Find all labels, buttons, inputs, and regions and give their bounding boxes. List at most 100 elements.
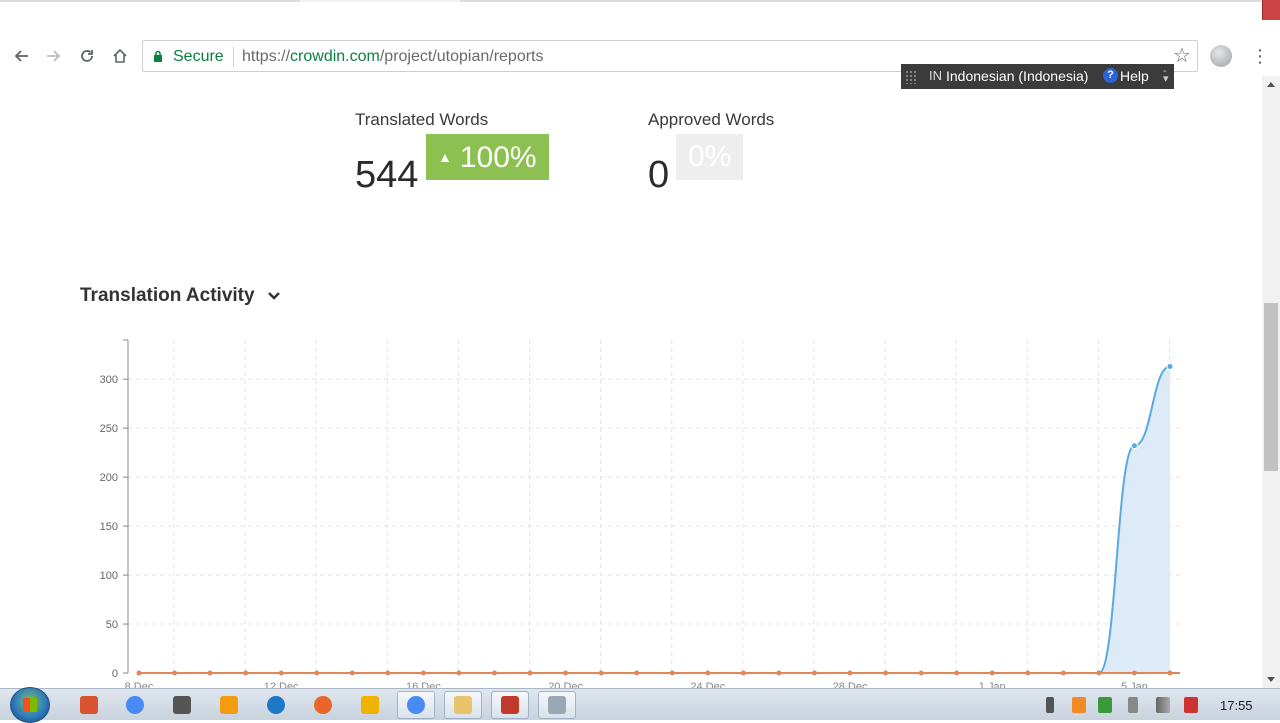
taskbar-app[interactable] (257, 691, 295, 719)
zero-series-point (847, 670, 853, 676)
avast-icon[interactable] (1072, 697, 1086, 713)
translation-activity-title[interactable]: Translation Activity (80, 285, 255, 307)
vertical-scrollbar[interactable] (1262, 76, 1280, 688)
y-tick-label: 100 (100, 570, 118, 582)
browser-tab[interactable] (300, 0, 460, 2)
ie-icon (267, 696, 285, 714)
langbar-grip-icon[interactable] (905, 70, 917, 84)
language-bar: IN Indonesian (Indonesia) ? Help - ▾ (901, 64, 1174, 89)
taskbar-app[interactable] (397, 691, 435, 719)
zero-series-point (492, 670, 498, 676)
approved-percent: 0% (688, 140, 732, 173)
reload-button[interactable] (74, 44, 100, 68)
x-tick-label: 12 Dec (264, 681, 299, 688)
zero-series-point (669, 670, 675, 676)
zero-series-point (776, 670, 782, 676)
taskbar-app[interactable] (538, 691, 576, 719)
url-path: /project/utopian/reports (379, 48, 544, 65)
zero-series-point (1131, 670, 1137, 676)
help-icon[interactable]: ? (1103, 68, 1118, 83)
page-content: Translated Words 544 ▲ 100% Approved Word… (0, 76, 1262, 688)
scroll-up-icon[interactable] (1267, 82, 1275, 87)
taskbar-app[interactable] (70, 691, 108, 719)
bookmark-star-icon[interactable]: ☆ (1171, 45, 1193, 67)
zero-series-point (527, 670, 533, 676)
scrollbar-thumb[interactable] (1264, 303, 1278, 471)
taskbar-app[interactable] (163, 691, 201, 719)
language-code[interactable]: IN (929, 68, 942, 83)
zero-series-point (598, 670, 604, 676)
windows-taskbar: 17:55 (0, 687, 1280, 723)
up-triangle-icon: ▲ (438, 149, 452, 165)
zero-series-point (883, 670, 889, 676)
taskbar-app[interactable] (491, 691, 529, 719)
forward-button[interactable] (41, 44, 67, 68)
network-tray-icon[interactable] (1098, 697, 1112, 713)
secure-label: Secure (173, 48, 224, 65)
notification-icon[interactable] (1184, 697, 1198, 713)
zero-series-point (811, 670, 817, 676)
y-tick-label: 0 (112, 668, 118, 680)
x-tick-label: 8 Dec (125, 681, 154, 688)
opera-icon (80, 696, 98, 714)
settings-icon (361, 696, 379, 714)
signal-icon[interactable] (1156, 697, 1170, 713)
taskbar-app[interactable] (444, 691, 482, 719)
reload-icon (81, 50, 93, 62)
zero-series-point (278, 670, 284, 676)
start-button[interactable] (10, 687, 50, 723)
translation-activity-chart: 0 50 100 150 200 250 300 8 Dec 12 Dec 16 Dec 20 De… (100, 339, 1180, 688)
x-tick-label: 20 Dec (548, 681, 583, 688)
language-name[interactable]: Indonesian (Indonesia) (946, 68, 1088, 84)
battery-icon[interactable] (1046, 697, 1054, 713)
approved-words-label: Approved Words (648, 110, 775, 129)
zero-series-point (385, 670, 391, 676)
taskbar-app[interactable] (304, 691, 342, 719)
back-button[interactable] (8, 44, 34, 68)
forward-arrow-icon (47, 50, 61, 62)
extension-globe-icon[interactable] (1210, 45, 1232, 67)
zero-series-point (989, 670, 995, 676)
taskbar-app[interactable] (210, 691, 248, 719)
translated-words-value: 544 (355, 154, 419, 196)
x-tick-label: 5 Jan (1121, 681, 1148, 688)
zero-series-point (740, 670, 746, 676)
home-button[interactable] (107, 44, 133, 68)
help-label[interactable]: Help (1120, 68, 1149, 84)
taskbar-app[interactable] (116, 691, 154, 719)
zero-series-point (918, 670, 924, 676)
zero-series-point (1096, 670, 1102, 676)
x-tick-label: 24 Dec (690, 681, 725, 688)
volume-icon[interactable] (1128, 697, 1138, 713)
scroll-down-icon[interactable] (1267, 677, 1275, 682)
tabstrip-border (0, 0, 1280, 2)
paint-icon (548, 696, 566, 714)
window-close-button[interactable] (1262, 0, 1280, 20)
x-tick-label: 1 Jan (979, 681, 1006, 688)
url-text[interactable]: https://crowdin.com/project/utopian/repo… (242, 48, 544, 66)
taskbar-app[interactable] (351, 691, 389, 719)
y-tick-label: 300 (100, 374, 118, 386)
zero-series-point (456, 670, 462, 676)
lock-icon (154, 50, 162, 62)
translated-percent: 100% (459, 141, 537, 174)
browser-menu-icon[interactable]: ⋮ (1250, 44, 1270, 68)
zero-series-point (1025, 670, 1031, 676)
zero-series-point (563, 670, 569, 676)
clock[interactable]: 17:55 (1220, 698, 1253, 713)
zero-series-point (136, 670, 142, 676)
explorer-icon (454, 696, 472, 714)
y-tick-label: 250 (100, 423, 118, 435)
zero-series-point (172, 670, 178, 676)
browser-tabstrip (0, 0, 1280, 36)
zero-series-point (243, 670, 249, 676)
series-point (1130, 442, 1138, 450)
zero-series-point (314, 670, 320, 676)
omnibox-separator (233, 47, 234, 67)
approved-words-value: 0 (648, 154, 670, 196)
chevron-down-icon[interactable] (267, 289, 281, 303)
chrome-icon (126, 696, 144, 714)
langbar-options-icon[interactable]: - ▾ (1163, 66, 1169, 85)
zero-series-point (349, 670, 355, 676)
translated-percent-badge: ▲ 100% (426, 134, 549, 180)
